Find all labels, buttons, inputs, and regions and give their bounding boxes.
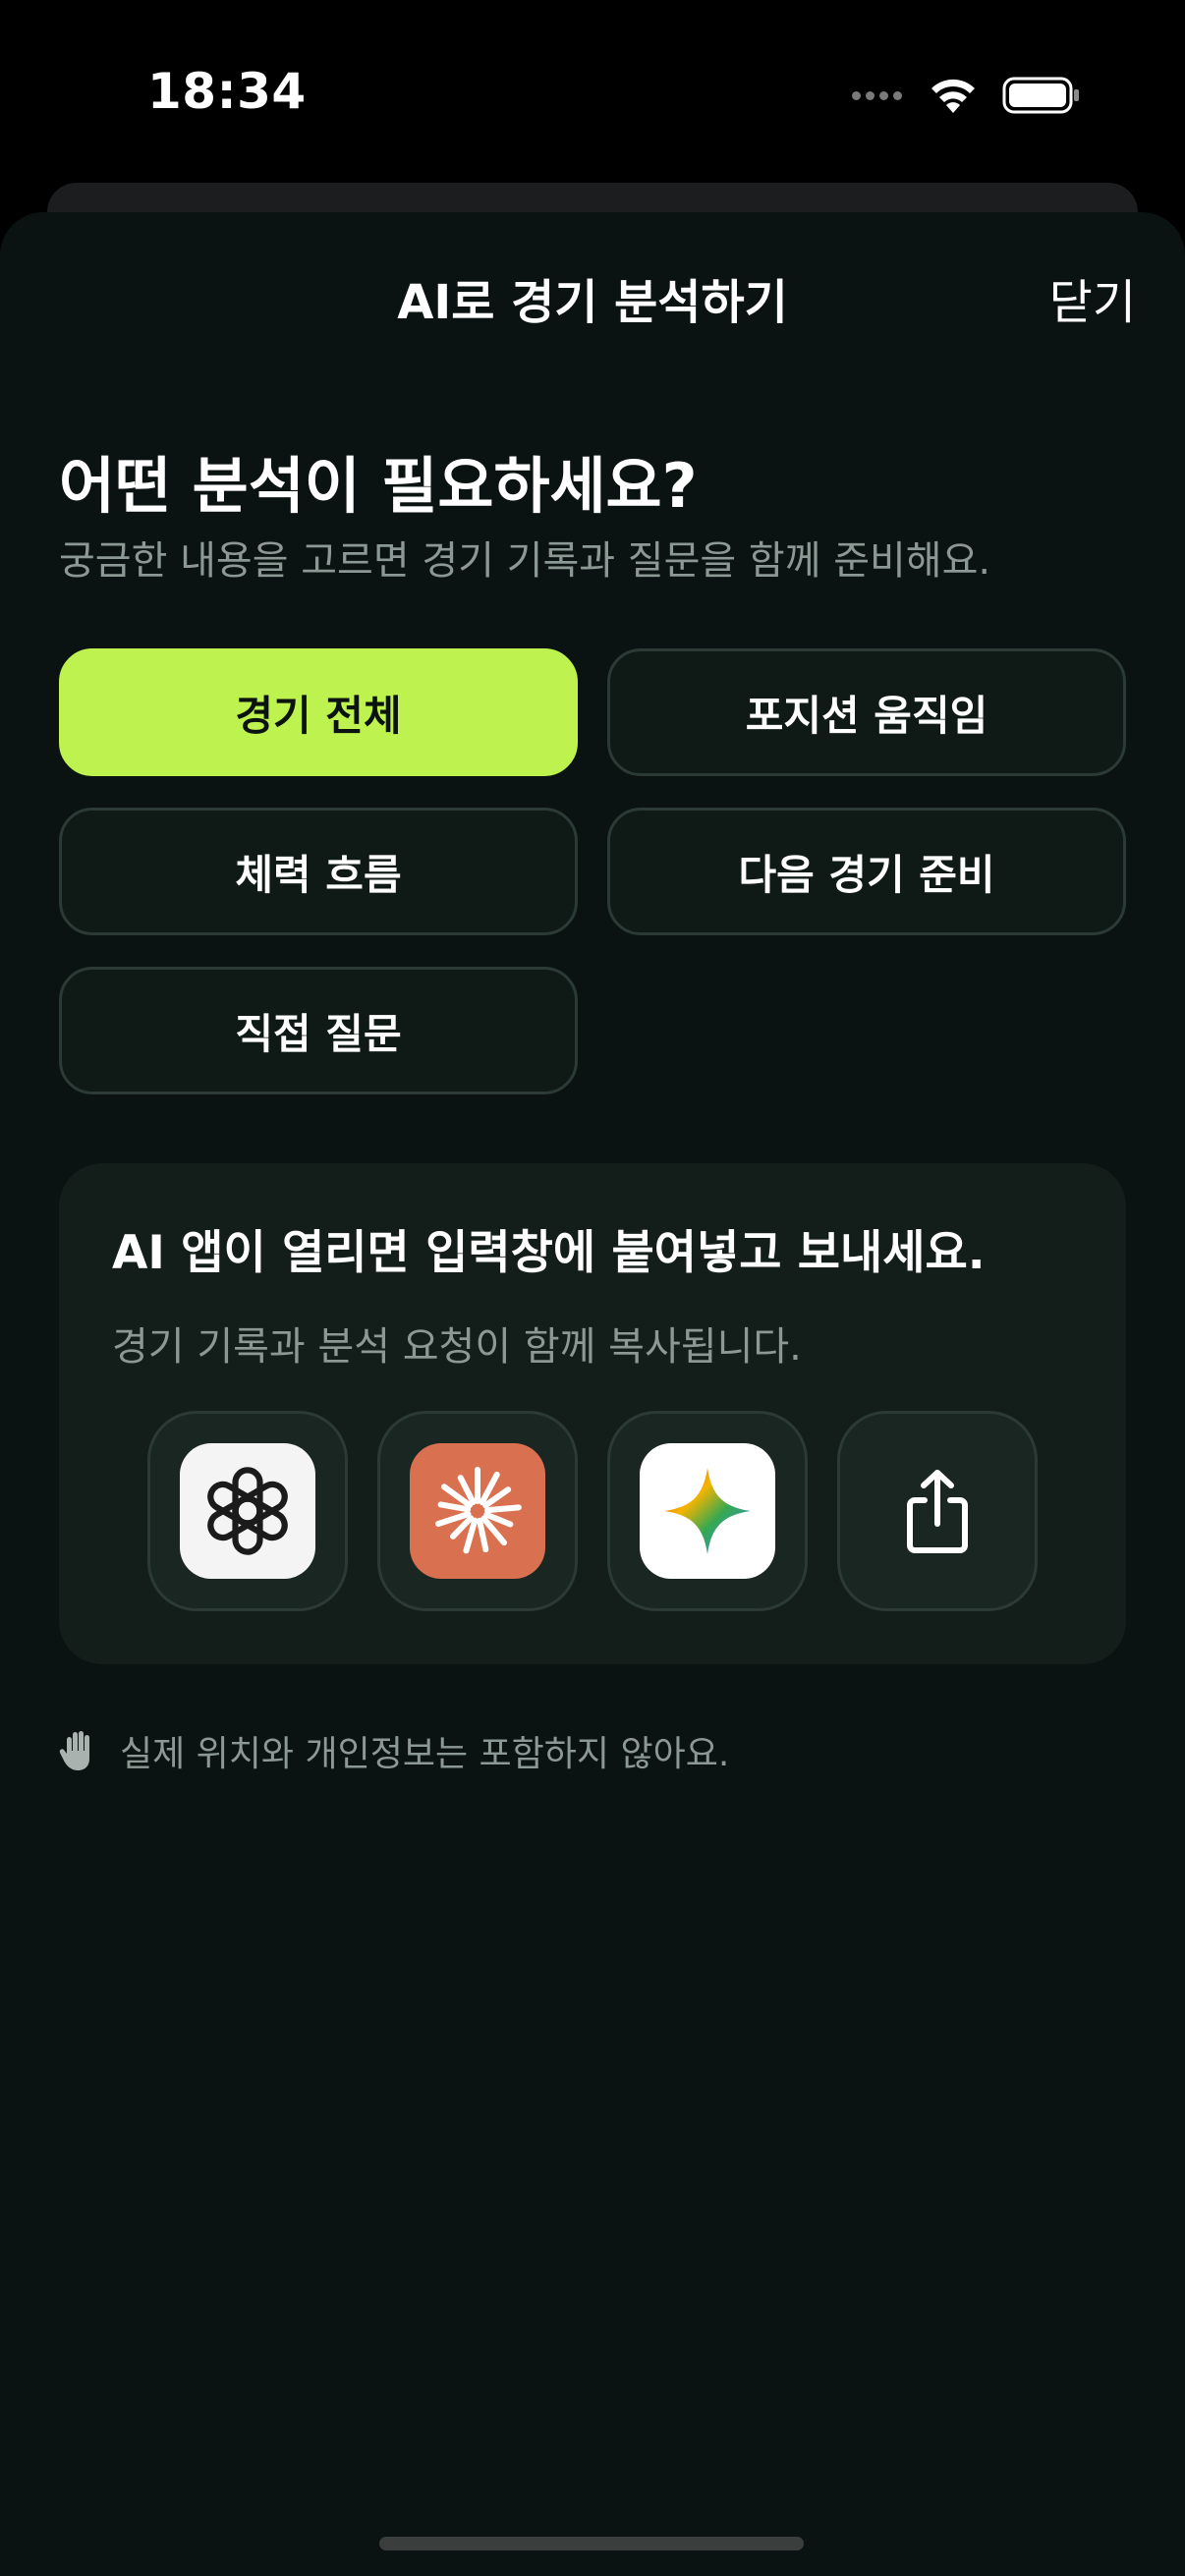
question-headline: 어떤 분석이 필요하세요?: [59, 450, 698, 522]
option-next-match-prep[interactable]: 다음 경기 준비: [607, 808, 1126, 935]
privacy-text: 실제 위치와 개인정보는 포함하지 않아요.: [120, 1734, 730, 1774]
status-time: 18:34: [147, 63, 307, 120]
cellular-signal-icon: [852, 90, 902, 100]
privacy-note: 실제 위치와 개인정보는 포함하지 않아요.: [59, 1725, 729, 1776]
status-indicators: [852, 71, 1081, 120]
sheet-title: AI로 경기 분석하기: [397, 275, 788, 330]
share-button[interactable]: [837, 1411, 1038, 1611]
question-subline: 궁금한 내용을 고르면 경기 기록과 질문을 함께 준비해요.: [59, 538, 991, 584]
share-card-subtitle: 경기 기록과 분석 요청이 함께 복사됩니다.: [112, 1324, 802, 1370]
gemini-app-button[interactable]: [607, 1411, 808, 1611]
gemini-icon: [640, 1443, 775, 1579]
claude-icon: [410, 1443, 545, 1579]
option-full-match[interactable]: 경기 전체: [59, 648, 578, 776]
battery-icon: [1002, 77, 1079, 114]
share-card-title: AI 앱이 열리면 입력창에 붙여넣고 보내세요.: [112, 1226, 986, 1280]
option-stamina-flow[interactable]: 체력 흐름: [59, 808, 578, 935]
hand-icon: [59, 1731, 89, 1770]
share-icon: [907, 1470, 968, 1553]
wifi-icon: [931, 79, 975, 113]
chatgpt-icon: [180, 1443, 315, 1579]
claude-app-button[interactable]: [377, 1411, 578, 1611]
chatgpt-app-button[interactable]: [147, 1411, 348, 1611]
home-indicator[interactable]: [379, 2537, 804, 2550]
close-button[interactable]: 닫기: [1049, 263, 1136, 332]
option-custom-question[interactable]: 직접 질문: [59, 967, 578, 1094]
screen: 18:34 AI로 경기 분석하기 닫기 어떤 분석이 필요하세요? 궁금한 내…: [0, 0, 1185, 2576]
option-position-movement[interactable]: 포지션 움직임: [607, 648, 1126, 776]
